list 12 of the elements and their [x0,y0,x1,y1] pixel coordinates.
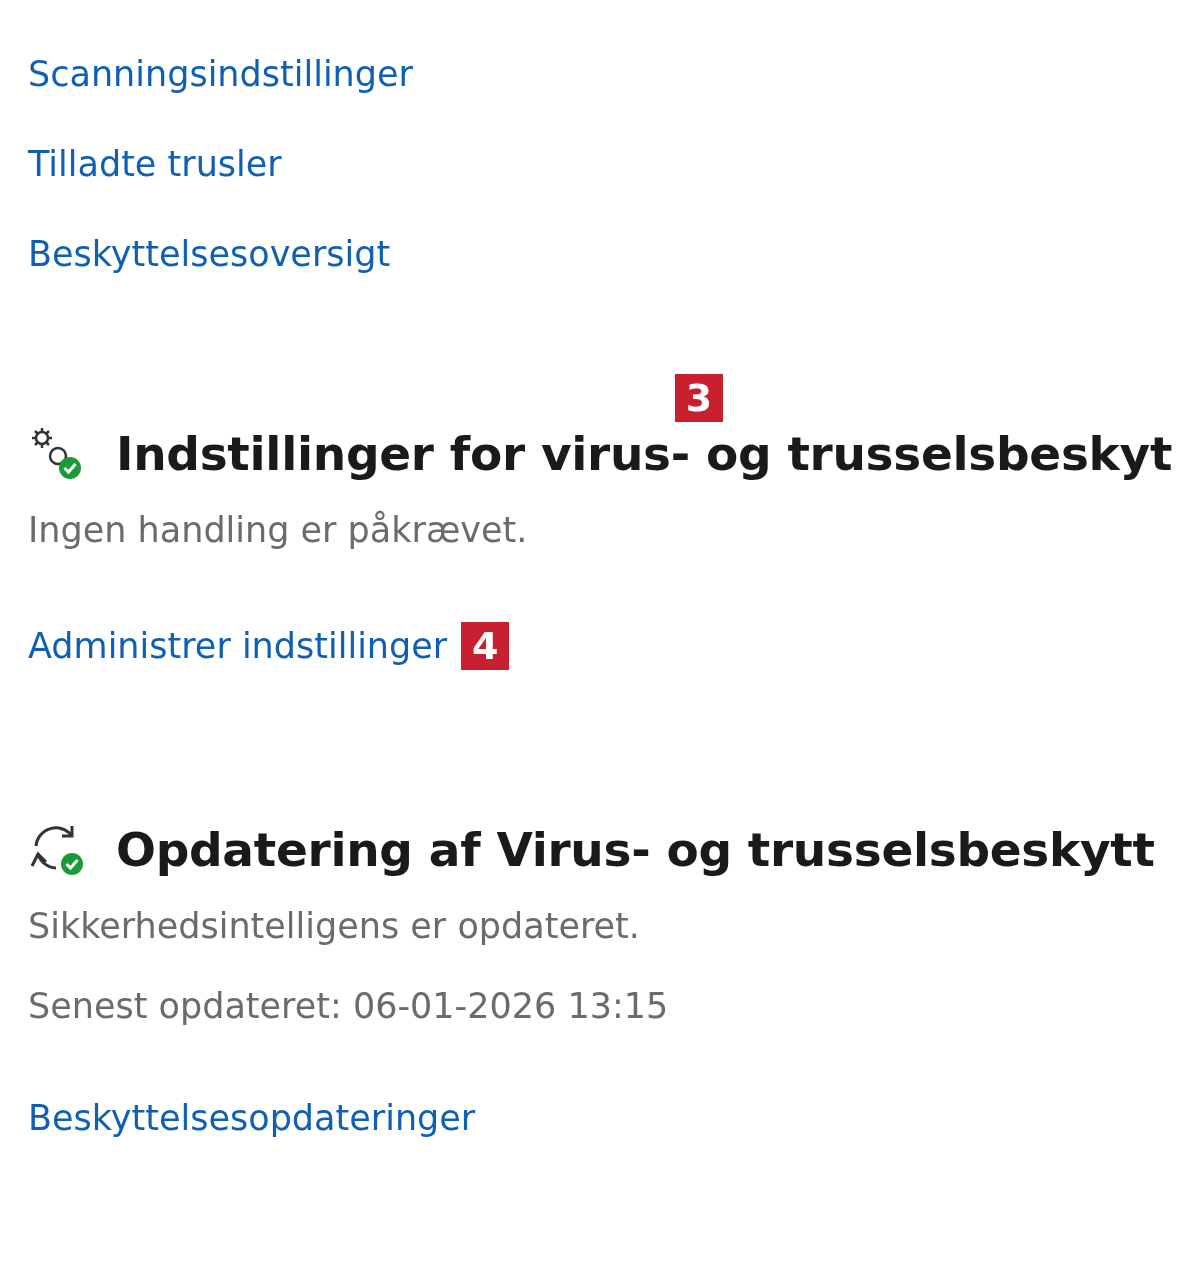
status-text: Ingen handling er påkrævet. [28,510,528,550]
callout-number: 4 [461,622,510,670]
section-link[interactable]: Beskyttelsesopdateringer [28,1098,476,1138]
section-link[interactable]: Administrer indstillinger [28,626,448,666]
status-text: Sikkerhedsintelligens er opdateret. [28,906,640,946]
nav-link[interactable]: Tilladte trusler [28,144,282,184]
status-text: Senest opdateret: 06-01-2026 13:15 [28,986,669,1026]
section-title: Opdatering af Virus- og trusselsbeskytt [116,821,1155,877]
section-title: Indstillinger for virus- og trusselsbeskyt [116,425,1173,481]
nav-link[interactable]: Beskyttelsesoversigt [28,234,391,274]
callout-number: 3 [675,374,723,422]
nav-link[interactable]: Scanningsindstillinger [28,54,413,94]
